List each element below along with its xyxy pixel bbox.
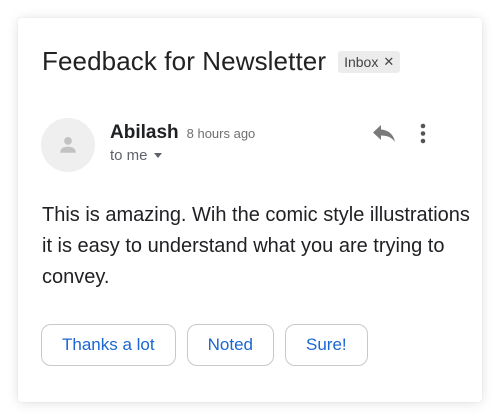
timestamp: 8 hours ago <box>186 126 256 141</box>
email-card: Feedback for Newsletter Inbox ✕ Abilash … <box>18 18 482 402</box>
reply-icon <box>373 125 395 142</box>
smart-reply-thanks-a-lot[interactable]: Thanks a lot <box>41 324 176 366</box>
more-options-button[interactable] <box>416 122 430 146</box>
more-vert-icon <box>420 123 426 144</box>
recipient-details-toggle[interactable]: to me <box>110 147 255 164</box>
sender-block: Abilash 8 hours ago to me <box>110 122 255 164</box>
email-body: This is amazing. Wih the comic style ill… <box>42 204 470 288</box>
smart-reply-sure[interactable]: Sure! <box>284 324 368 366</box>
smart-reply-noted[interactable]: Noted <box>186 324 274 366</box>
sender-line: Abilash 8 hours ago <box>110 122 255 144</box>
inbox-label-text: Inbox <box>344 53 379 70</box>
reply-button[interactable] <box>371 122 397 144</box>
subject-row: Feedback for Newsletter Inbox ✕ <box>42 46 401 77</box>
person-icon <box>60 137 76 153</box>
smart-replies: Thanks a lot Noted Sure! <box>41 324 368 366</box>
sender-name[interactable]: Abilash <box>110 122 179 144</box>
inbox-label-chip: Inbox ✕ <box>338 50 401 73</box>
chevron-down-icon <box>153 153 162 158</box>
avatar[interactable] <box>41 118 95 172</box>
email-subject: Feedback for Newsletter <box>42 46 327 76</box>
close-icon[interactable]: ✕ <box>383 55 394 68</box>
recipient-text: to me <box>110 147 148 164</box>
